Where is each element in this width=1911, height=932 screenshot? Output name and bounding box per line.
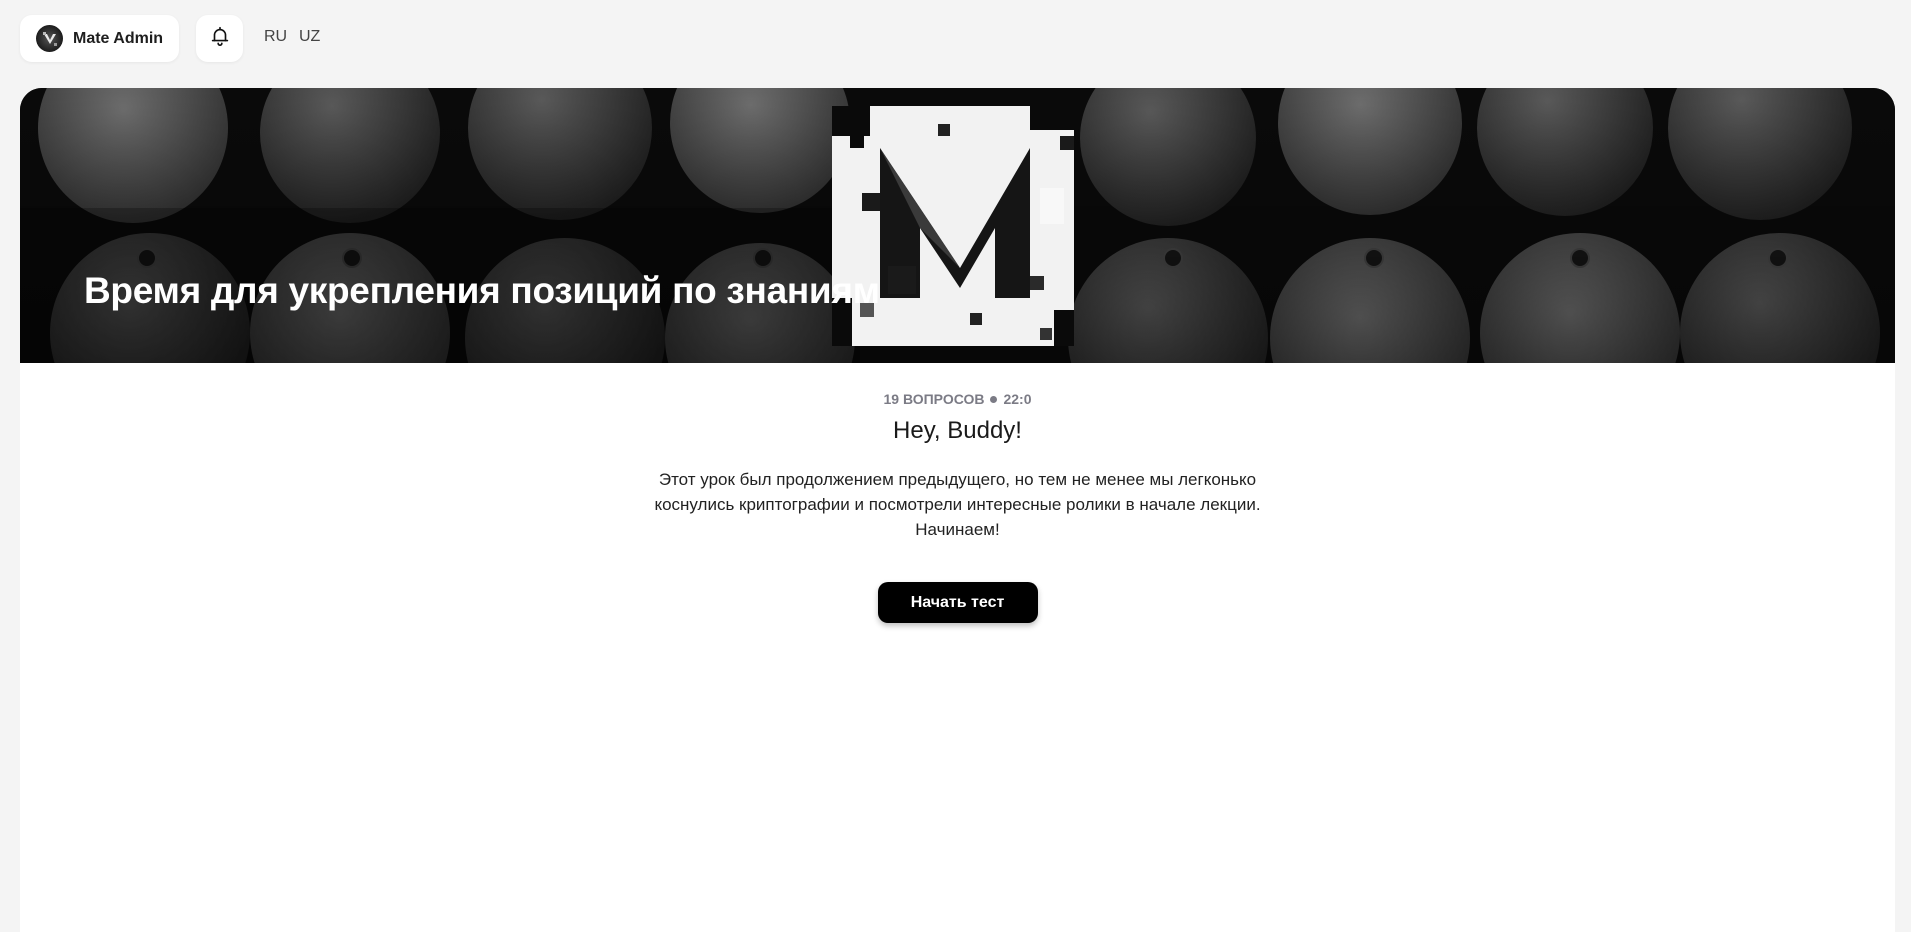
bell-icon xyxy=(209,25,231,52)
banner-title: Время для укрепления позиций по знаниям xyxy=(84,270,880,311)
quiz-intro: 19 ВОПРОСОВ 22:0 Hey, Buddy! Этот урок б… xyxy=(20,363,1895,623)
greeting-heading: Hey, Buddy! xyxy=(893,417,1022,444)
quiz-description: Этот урок был продолжением предыдущего, … xyxy=(654,470,1261,539)
quiz-meta: 19 ВОПРОСОВ 22:0 xyxy=(20,391,1895,407)
start-test-button[interactable]: Начать тест xyxy=(877,582,1038,623)
language-ru[interactable]: RU xyxy=(264,28,287,46)
banner: Время для укрепления позиций по знаниям xyxy=(20,88,1895,363)
questions-count: 19 ВОПРОСОВ xyxy=(883,391,985,407)
notifications-button[interactable] xyxy=(196,15,243,62)
quiz-duration: 22:0 xyxy=(1003,391,1032,407)
user-name: Mate Admin xyxy=(73,29,164,47)
banner-background-image xyxy=(20,88,1895,363)
quiz-card: Время для укрепления позиций по знаниям … xyxy=(20,88,1895,932)
top-bar: Mate Admin RU UZ xyxy=(0,0,1911,88)
user-profile-button[interactable]: Mate Admin xyxy=(20,15,180,62)
logo-avatar-icon xyxy=(36,25,63,52)
language-uz[interactable]: UZ xyxy=(299,28,320,46)
separator-dot-icon xyxy=(990,395,998,403)
